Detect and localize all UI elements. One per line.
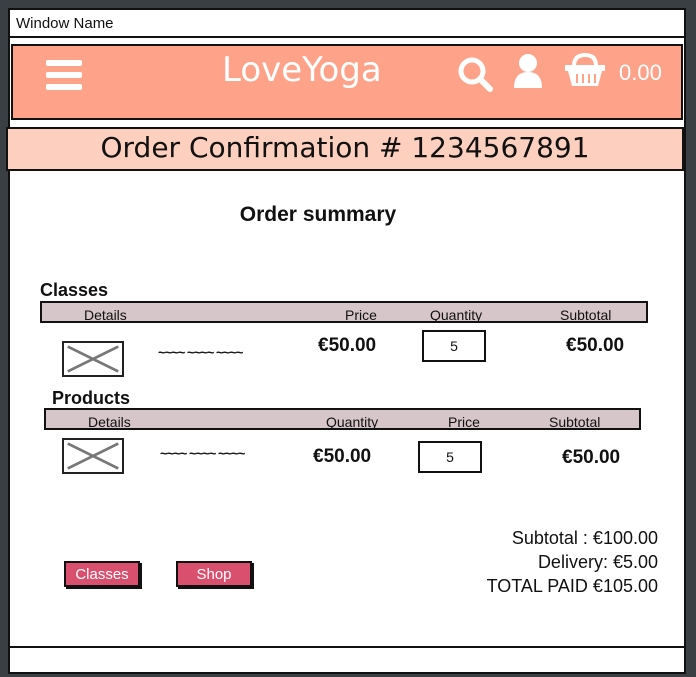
col-quantity: Quantity [430, 307, 483, 323]
product-description: ~~~~ ~~~~ ~~~~ [160, 446, 245, 461]
window-title: Window Name [8, 8, 686, 38]
logo[interactable]: LoveYoga [222, 50, 382, 90]
products-heading: Products [52, 388, 131, 408]
products-table-header: Details Quantity Price Subtotal [44, 408, 641, 430]
col-subtotal: Subtotal [560, 307, 612, 323]
menu-icon[interactable] [46, 60, 82, 90]
product-price: €50.00 [313, 446, 372, 467]
search-icon[interactable] [456, 54, 496, 94]
col-subtotal: Subtotal [549, 414, 601, 430]
summary-title: Order summary [239, 203, 397, 226]
col-details: Details [88, 414, 131, 430]
classes-table-header: Details Price Quantity Subtotal [40, 301, 648, 323]
cart-total[interactable]: 0.00 [619, 60, 662, 86]
class-description: ~~~~ ~~~~ ~~~~ [158, 345, 243, 360]
shop-button[interactable]: Shop [176, 561, 252, 587]
delivery-text: Delivery: €5.00 [537, 552, 658, 572]
class-subtotal: €50.00 [566, 335, 625, 356]
product-subtotal: €50.00 [562, 447, 621, 468]
col-price: Price [345, 307, 377, 323]
confirmation-banner: Order Confirmation # 1234567891 [6, 127, 684, 171]
subtotal-text: Subtotal : €100.00 [511, 528, 658, 548]
classes-button[interactable]: Classes [64, 561, 140, 587]
basket-icon[interactable] [564, 52, 606, 88]
col-price: Price [448, 414, 480, 430]
user-icon[interactable] [512, 52, 544, 90]
col-quantity: Quantity [326, 414, 379, 430]
class-quantity-input[interactable]: 5 [422, 330, 486, 362]
product-quantity-input[interactable]: 5 [418, 441, 482, 473]
total-paid-text: TOTAL PAID €105.00 [486, 576, 658, 596]
col-details: Details [84, 307, 127, 323]
footer [8, 646, 686, 674]
image-placeholder-icon [62, 438, 124, 474]
classes-heading: Classes [40, 280, 109, 300]
class-price: €50.00 [318, 335, 377, 356]
image-placeholder-icon [62, 341, 124, 377]
